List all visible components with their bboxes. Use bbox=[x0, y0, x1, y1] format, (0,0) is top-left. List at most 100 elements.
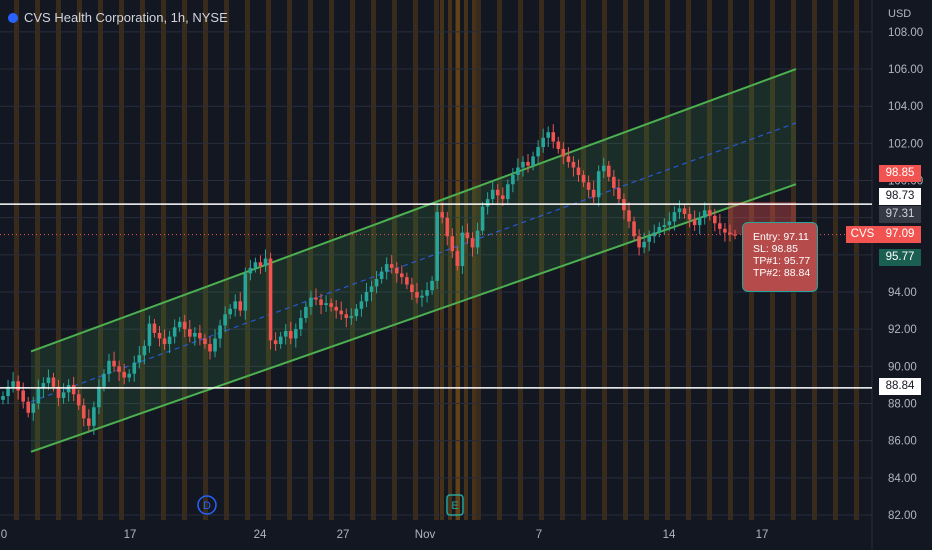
currency-label: USD bbox=[888, 8, 912, 20]
candle-body bbox=[682, 208, 687, 214]
candle-body bbox=[304, 306, 308, 319]
candle-body bbox=[657, 226, 662, 233]
candle-body bbox=[16, 381, 20, 391]
candle-body bbox=[627, 210, 631, 222]
time-tick-label: 17 bbox=[756, 529, 769, 541]
candle-body bbox=[26, 401, 31, 413]
price-tick-label: 94.00 bbox=[888, 287, 917, 299]
candle-body bbox=[208, 344, 212, 352]
current-price-label: 97.09 bbox=[879, 226, 921, 243]
candle-body bbox=[329, 303, 333, 307]
candle-body bbox=[389, 264, 394, 268]
candle-body bbox=[521, 161, 525, 168]
candle-body bbox=[571, 161, 576, 168]
session-band bbox=[245, 0, 250, 520]
candle-body bbox=[187, 329, 192, 337]
candle-body bbox=[36, 388, 41, 404]
last-price-label: 97.31 bbox=[879, 206, 921, 223]
price-tick-label: 92.00 bbox=[888, 324, 917, 336]
candle-body bbox=[687, 213, 692, 220]
time-tick-label: 17 bbox=[124, 529, 137, 541]
candle-body bbox=[586, 182, 591, 190]
candle-body bbox=[31, 403, 36, 413]
price-tick-label: 86.00 bbox=[888, 436, 917, 448]
candle-body bbox=[617, 187, 621, 200]
time-axis[interactable]: 0 17 24 27 Nov 7 14 17 bbox=[1, 529, 769, 541]
session-band bbox=[728, 0, 733, 520]
time-tick-label: Nov bbox=[415, 529, 436, 541]
candle-body bbox=[490, 189, 495, 200]
candle-body bbox=[576, 167, 581, 175]
candle-body bbox=[460, 232, 465, 266]
candle-body bbox=[677, 208, 682, 213]
candle-body bbox=[369, 286, 374, 293]
candle-body bbox=[440, 212, 444, 218]
candle-body bbox=[283, 331, 288, 337]
candle-body bbox=[723, 228, 727, 233]
candle-body bbox=[193, 332, 197, 337]
candle-body bbox=[248, 267, 253, 274]
candle-body bbox=[647, 236, 651, 242]
candle-body bbox=[349, 316, 354, 319]
candle-body bbox=[278, 336, 283, 345]
session-band bbox=[707, 0, 712, 520]
candle-body bbox=[394, 267, 399, 274]
candle-body bbox=[556, 141, 561, 149]
candle-body bbox=[415, 292, 419, 298]
tp1-price-label: 95.77 bbox=[879, 249, 921, 266]
candle-body bbox=[294, 329, 298, 339]
session-band bbox=[14, 0, 19, 520]
candle-body bbox=[87, 418, 91, 426]
candle-body bbox=[238, 301, 243, 311]
tp2-text: TP#2: 88.84 bbox=[753, 267, 811, 279]
candle-body bbox=[485, 199, 490, 207]
candle-body bbox=[384, 264, 389, 272]
time-tick-label: 0 bbox=[1, 529, 7, 541]
candle-body bbox=[364, 292, 369, 302]
candle-body bbox=[339, 310, 344, 315]
candle-body bbox=[400, 273, 404, 278]
candle-body bbox=[1, 396, 5, 400]
tp1-text: TP#1: 95.77 bbox=[753, 255, 811, 267]
candle-body bbox=[662, 225, 667, 227]
candle-body bbox=[319, 299, 323, 306]
session-band bbox=[119, 0, 124, 520]
time-tick-label: 27 bbox=[337, 529, 350, 541]
candle-body bbox=[637, 236, 641, 248]
candle-body bbox=[233, 301, 238, 309]
session-band bbox=[161, 0, 166, 520]
candle-body bbox=[430, 280, 434, 291]
candle-body bbox=[92, 407, 96, 426]
candle-body bbox=[596, 171, 601, 198]
candle-body bbox=[531, 156, 535, 166]
candle-body bbox=[455, 251, 460, 266]
candle-body bbox=[198, 332, 202, 339]
candle-body bbox=[566, 156, 571, 162]
candle-body bbox=[601, 165, 606, 172]
candle-body bbox=[182, 321, 187, 330]
candle-body bbox=[632, 221, 636, 237]
candle-body bbox=[591, 189, 596, 198]
session-band bbox=[686, 0, 691, 520]
candle-body bbox=[223, 314, 227, 326]
candle-body bbox=[707, 210, 712, 216]
candle-body bbox=[97, 386, 101, 408]
tp2-price-label: 88.84 bbox=[879, 378, 921, 395]
candle-body bbox=[405, 277, 409, 285]
candle-body bbox=[107, 360, 111, 374]
candle-body bbox=[314, 297, 318, 300]
candle-body bbox=[667, 221, 672, 226]
session-band bbox=[77, 0, 82, 520]
candle-body bbox=[359, 301, 364, 309]
candle-body bbox=[606, 165, 611, 177]
candle-body bbox=[475, 230, 480, 248]
candle-body bbox=[142, 345, 147, 356]
price-tick-label: 84.00 bbox=[888, 473, 917, 485]
price-axis[interactable]: 82.0084.0086.0088.0090.0092.0094.0096.00… bbox=[888, 27, 923, 522]
candle-body bbox=[561, 148, 566, 157]
time-tick-label: 24 bbox=[254, 529, 267, 541]
candle-body bbox=[203, 338, 207, 345]
candle-body bbox=[46, 377, 51, 384]
candle-body bbox=[76, 394, 81, 406]
session-band bbox=[224, 0, 229, 520]
